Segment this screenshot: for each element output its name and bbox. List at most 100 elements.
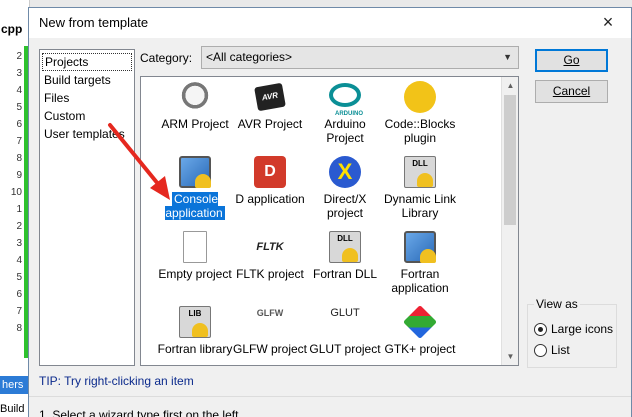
template-tile[interactable]: GTK+ project [382, 305, 458, 365]
template-tile[interactable]: ARM Project [157, 81, 233, 155]
line-number: 5 [16, 102, 22, 113]
lib-icon: LIB [179, 306, 211, 338]
ide-editor-strip: cpp 2 3 4 5 6 7 8 9 10 1 2 3 4 5 6 7 8 hers Build l [0, 0, 30, 417]
line-number: 8 [16, 323, 22, 334]
icon-text: GLUT [330, 307, 360, 319]
view-as-legend: View as [534, 297, 580, 311]
tip-text: TIP: Try right-clicking an item [39, 374, 194, 388]
template-tile[interactable]: LIB Fortran library [157, 306, 233, 365]
dll-icon: DLL [329, 231, 361, 263]
d-logo-icon: D [254, 156, 286, 188]
nav-item-build-targets[interactable]: Build targets [42, 71, 132, 89]
template-tile[interactable]: Fortran application [382, 231, 458, 305]
instruction-panel: 1. Select a wizard type first on the lef… [29, 396, 631, 417]
template-tile[interactable]: D D application [232, 156, 308, 230]
icon-text: LIB [188, 309, 202, 318]
avr-chip-icon: AVR [254, 81, 286, 113]
category-label: Category: [140, 51, 193, 65]
large-icons-radio[interactable] [534, 322, 547, 336]
template-tile[interactable]: ARDUINO Arduino Project [307, 81, 383, 155]
template-tile[interactable]: DLL Fortran DLL [307, 231, 383, 305]
line-number: 7 [16, 306, 22, 317]
title-bar[interactable]: New from template × [29, 8, 631, 38]
go-button[interactable]: Go [535, 49, 608, 72]
line-number: 3 [16, 68, 22, 79]
template-label: Arduino Project [324, 117, 366, 145]
line-number: 8 [16, 153, 22, 164]
console-window-icon [179, 156, 211, 188]
dll-icon: DLL [404, 156, 436, 188]
nav-item-user-templates[interactable]: User templates [42, 125, 132, 143]
logs-tab[interactable]: hers [0, 376, 30, 394]
editor-tab[interactable]: cpp [0, 22, 28, 40]
fltk-icon: FLTK [254, 231, 286, 263]
cancel-button-label: Cancel [552, 84, 591, 98]
template-tile[interactable]: DLL Dynamic Link Library [382, 156, 458, 230]
scroll-thumb[interactable] [504, 95, 516, 225]
scroll-up-icon[interactable]: ▲ [502, 77, 518, 94]
icon-text: FLTK [256, 241, 284, 253]
template-type-list[interactable]: Projects Build targets Files Custom User tem… [39, 49, 135, 366]
template-label: Fortran library [157, 342, 233, 356]
template-tile[interactable]: AVR AVR Project [232, 81, 308, 155]
window-icon [404, 231, 436, 263]
line-number: 10 [10, 187, 22, 198]
template-tile[interactable]: GLFW GLFW project [232, 306, 308, 365]
line-number: 4 [16, 85, 22, 96]
line-number: 4 [16, 255, 22, 266]
icon-text: X [337, 159, 353, 184]
directx-icon: X [329, 156, 361, 188]
list-label: List [551, 343, 570, 357]
chevron-down-icon: ▼ [503, 52, 512, 62]
template-label: D application [235, 192, 305, 206]
template-label: Fortran application [391, 267, 449, 295]
glfw-icon: GLFW [254, 306, 286, 338]
template-label: Console application [165, 192, 225, 220]
template-label: Dynamic Link Library [383, 192, 457, 220]
icon-text: D [264, 163, 276, 180]
template-tile[interactable]: X Direct/X project [307, 156, 383, 230]
line-number: 7 [16, 136, 22, 147]
line-number: 2 [16, 221, 22, 232]
template-tile[interactable]: Console application [157, 156, 233, 230]
new-from-template-dialog: New from template × Projects Build target… [28, 7, 632, 417]
close-icon[interactable]: × [599, 13, 617, 32]
list-radio[interactable] [534, 343, 547, 357]
template-tile[interactable]: GLUT GLUT project [307, 306, 383, 365]
instruction-text: 1. Select a wizard type first on the lef… [39, 408, 239, 417]
template-label: GLUT project [309, 342, 381, 356]
template-tile[interactable]: Empty project [157, 231, 233, 305]
icon-text: DLL [412, 159, 428, 168]
line-number: 3 [16, 238, 22, 249]
line-number: 6 [16, 289, 22, 300]
icon-text: DLL [337, 234, 353, 243]
template-label: FLTK project [236, 267, 304, 281]
puzzle-icon [404, 81, 436, 113]
dialog-title: New from template [39, 15, 149, 30]
line-number: 1 [16, 204, 22, 215]
nav-item-projects[interactable]: Projects [42, 53, 132, 71]
template-label: Direct/X project [323, 192, 367, 220]
template-label: GLFW project [232, 342, 307, 356]
go-button-label: Go [563, 53, 580, 67]
nav-item-custom[interactable]: Custom [42, 107, 132, 125]
cancel-button[interactable]: Cancel [535, 80, 608, 103]
template-label: GTK+ project [384, 342, 456, 356]
list-option[interactable]: List [534, 342, 570, 358]
screen: cpp 2 3 4 5 6 7 8 9 10 1 2 3 4 5 6 7 8 hers Build l New … [0, 0, 632, 417]
category-select[interactable]: <All categories> ▼ [201, 46, 519, 69]
template-scrollbar[interactable]: ▲ ▼ [501, 77, 518, 365]
nav-item-files[interactable]: Files [42, 89, 132, 107]
line-number: 5 [16, 272, 22, 283]
scroll-down-icon[interactable]: ▼ [502, 348, 518, 365]
template-grid[interactable]: ▲ ▼ ARM Project AVR AVR Project ARDUINO Ardu… [140, 76, 519, 366]
template-label: Code::Blocks plugin [384, 117, 456, 145]
large-icons-option[interactable]: Large icons [534, 321, 613, 337]
line-number: 2 [16, 51, 22, 62]
template-tile[interactable]: FLTK FLTK project [232, 231, 308, 305]
line-number: 9 [16, 170, 22, 181]
template-tile[interactable]: Code::Blocks plugin [382, 81, 458, 155]
template-label: ARM Project [161, 117, 229, 131]
blank-page-icon [179, 231, 211, 263]
build-log-label: Build l [0, 403, 30, 415]
